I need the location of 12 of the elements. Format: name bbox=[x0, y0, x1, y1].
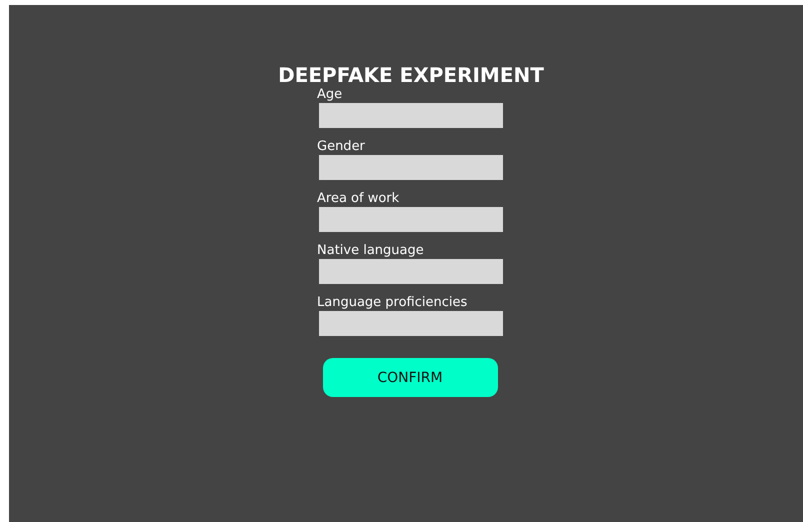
input-field[interactable] bbox=[319, 207, 503, 232]
input-field[interactable] bbox=[319, 311, 503, 336]
field-label: Age bbox=[317, 87, 344, 103]
field-label: Language proficiencies bbox=[317, 295, 468, 311]
input-field[interactable] bbox=[319, 259, 503, 284]
input-field[interactable] bbox=[319, 155, 503, 180]
confirm-button[interactable]: CONFIRM bbox=[322, 358, 498, 397]
field-label: Gender bbox=[317, 139, 366, 155]
field-label: Native language bbox=[317, 243, 425, 259]
field-label: Area of work bbox=[317, 191, 400, 207]
form-title: DEEPFAKE EXPERIMENT bbox=[278, 63, 544, 87]
input-field[interactable] bbox=[319, 103, 503, 128]
